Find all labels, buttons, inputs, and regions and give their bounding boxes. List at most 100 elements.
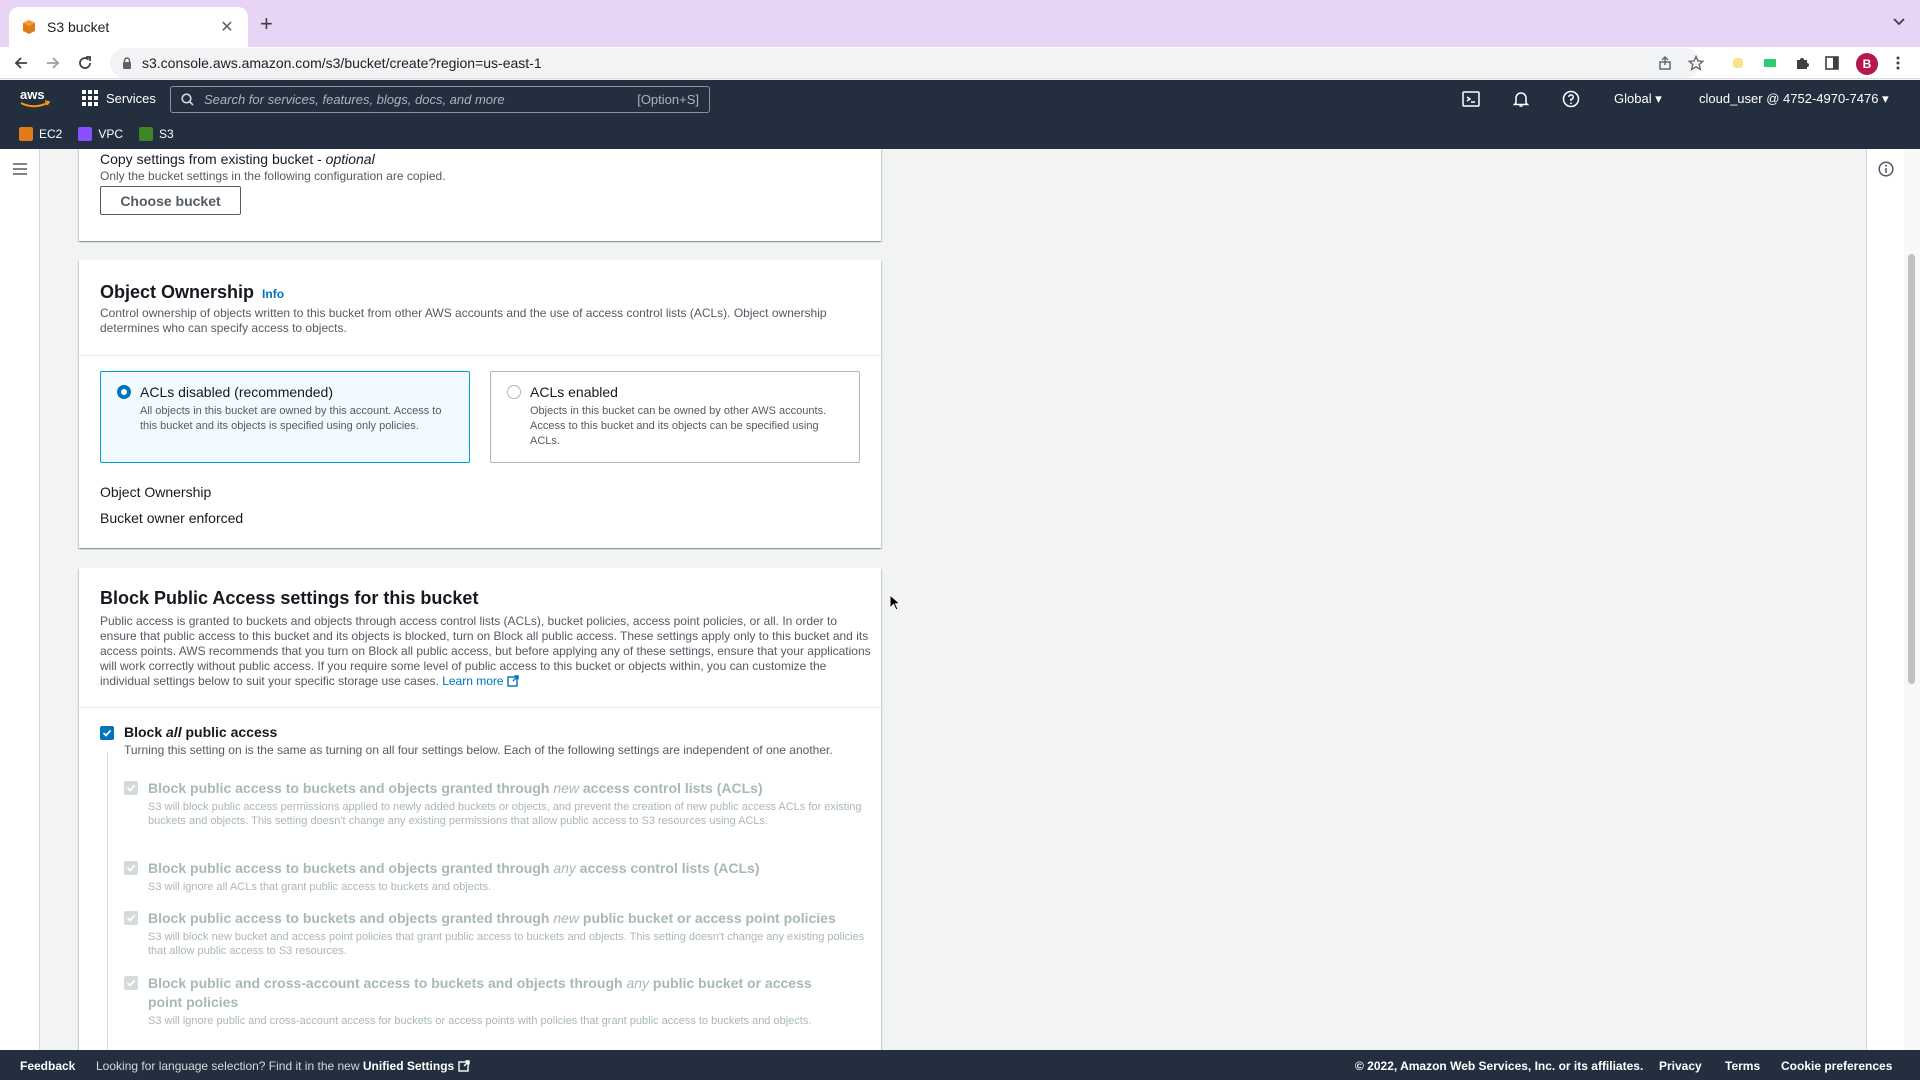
browser-menu-icon[interactable] <box>1888 53 1908 73</box>
block-new-policies-checkbox[interactable] <box>124 911 138 925</box>
checkmark-icon <box>102 729 112 737</box>
address-bar[interactable]: s3.console.aws.amazon.com/s3/bucket/crea… <box>110 48 1700 78</box>
favorite-s3[interactable]: S3 <box>139 126 174 141</box>
block-public-access-panel: Block Public Access settings for this bu… <box>79 568 881 1072</box>
extensions-puzzle-icon[interactable] <box>1792 53 1812 73</box>
option-label: ACLs enabled <box>530 384 618 400</box>
extension-yellow-icon[interactable] <box>1728 53 1748 73</box>
forward-icon[interactable] <box>42 52 64 74</box>
services-menu[interactable]: Services <box>82 90 156 106</box>
checkmark-icon <box>126 979 136 987</box>
learn-more-label: Learn more <box>442 674 504 688</box>
favorite-vpc[interactable]: VPC <box>78 126 124 141</box>
setting-title-post: public bucket or access point policies <box>579 910 836 926</box>
console-footer: Feedback Looking for language selection?… <box>0 1050 1920 1080</box>
setting-block-any-acls: Block public access to buckets and objec… <box>148 859 873 894</box>
account-dropdown-icon: ▾ <box>1882 91 1889 106</box>
back-icon[interactable] <box>10 52 32 74</box>
cookie-preferences-link[interactable]: Cookie preferences <box>1781 1059 1892 1073</box>
external-link-icon <box>507 675 519 687</box>
page-scrollbar[interactable] <box>1904 149 1920 1050</box>
setting-title-em: new <box>553 780 579 796</box>
extension-green-icon[interactable] <box>1760 53 1780 73</box>
checkmark-icon <box>126 864 136 872</box>
block-new-acls-checkbox[interactable] <box>124 781 138 795</box>
setting-title-em: any <box>553 860 576 876</box>
setting-title-post: access control lists (ACLs) <box>579 780 763 796</box>
browser-tab[interactable]: S3 bucket ✕ <box>9 7 248 47</box>
setting-title-pre: Block public access to buckets and objec… <box>148 860 554 876</box>
unified-settings-label: Unified Settings <box>362 1059 455 1073</box>
new-tab-icon[interactable]: + <box>260 12 273 36</box>
object-ownership-heading: Object Ownership <box>100 282 255 302</box>
block-all-public-access-description: Turning this setting on is the same as t… <box>124 743 833 757</box>
help-icon[interactable] <box>1561 89 1581 109</box>
setting-title: Block public and cross-account access to… <box>148 974 828 1012</box>
choose-bucket-button[interactable]: Choose bucket <box>100 186 241 215</box>
favorite-ec2[interactable]: EC2 <box>19 126 62 141</box>
vpc-icon <box>78 126 93 141</box>
tab-search-chevron-icon[interactable] <box>1892 14 1906 28</box>
region-selector[interactable]: Global ▾ <box>1614 91 1662 107</box>
setting-description: S3 will block public access permissions … <box>148 801 862 827</box>
favorites-bar: EC2 VPC S3 <box>0 118 1920 149</box>
info-circle-icon[interactable] <box>1878 161 1894 177</box>
block-any-acls-checkbox[interactable] <box>124 861 138 875</box>
copy-settings-description: Only the bucket settings in the followin… <box>100 169 446 183</box>
cloudshell-icon[interactable] <box>1461 89 1481 109</box>
setting-title-post: access control lists (ACLs) <box>575 860 760 876</box>
terms-link[interactable]: Terms <box>1725 1059 1760 1073</box>
block-cross-account-checkbox[interactable] <box>124 976 138 990</box>
setting-description: S3 will block new bucket and access poin… <box>148 931 865 957</box>
account-menu[interactable]: cloud_user @ 4752-4970-7476 ▾ <box>1699 91 1889 107</box>
block-all-public-access-label: Block all public access <box>124 724 277 740</box>
block-public-access-description: Public access is granted to buckets and … <box>100 614 872 689</box>
hamburger-menu-icon[interactable] <box>13 163 27 175</box>
setting-title-pre: Block public access to buckets and objec… <box>148 780 554 796</box>
acls-disabled-radio[interactable] <box>117 385 131 399</box>
aws-logo-icon[interactable]: aws <box>18 86 52 110</box>
side-navigation-collapsed <box>0 149 40 1050</box>
block-public-access-heading: Block Public Access settings for this bu… <box>100 588 479 608</box>
lock-icon <box>123 57 131 69</box>
side-panel-icon[interactable] <box>1822 53 1842 73</box>
aws-search-input[interactable]: Search for services, features, blogs, do… <box>170 86 710 113</box>
s3-favicon-icon <box>23 20 35 34</box>
acls-enabled-radio[interactable] <box>507 385 521 399</box>
scrollbar-thumb[interactable] <box>1908 254 1915 684</box>
region-label: Global <box>1614 91 1652 106</box>
feedback-link[interactable]: Feedback <box>20 1059 75 1073</box>
learn-more-link[interactable]: Learn more <box>442 674 519 688</box>
unified-settings-link[interactable]: Unified Settings <box>363 1059 470 1073</box>
bookmark-star-icon[interactable] <box>1686 53 1706 73</box>
profile-avatar[interactable]: B <box>1856 53 1878 75</box>
option-description: All objects in this bucket are owned by … <box>140 405 442 432</box>
ownership-field-value: Bucket owner enforced <box>100 510 244 526</box>
privacy-link[interactable]: Privacy <box>1659 1059 1702 1073</box>
language-note-text: Looking for language selection? Find it … <box>96 1059 360 1073</box>
acls-enabled-option[interactable]: ACLs enabled Objects in this bucket can … <box>490 371 860 463</box>
setting-title: Block public access to buckets and objec… <box>148 909 873 928</box>
object-ownership-info-link[interactable]: Info <box>262 287 284 301</box>
share-icon[interactable] <box>1655 53 1675 73</box>
acls-disabled-option[interactable]: ACLs disabled (recommended) All objects … <box>100 371 470 463</box>
block-all-public-access-checkbox[interactable] <box>100 726 114 740</box>
setting-title: Block public access to buckets and objec… <box>148 859 873 878</box>
account-label: cloud_user @ 4752-4970-7476 <box>1699 91 1879 106</box>
block-all-post: public access <box>181 724 278 740</box>
notifications-bell-icon[interactable] <box>1511 89 1531 109</box>
checkmark-icon <box>126 784 136 792</box>
services-label: Services <box>106 90 156 106</box>
setting-description: S3 will ignore all ACLs that grant publi… <box>148 881 492 893</box>
block-all-em: all <box>166 724 182 740</box>
external-link-icon <box>457 1060 470 1072</box>
setting-title: Block public access to buckets and objec… <box>148 779 873 798</box>
tab-close-icon[interactable]: ✕ <box>218 17 236 37</box>
favorite-label: VPC <box>98 126 124 141</box>
s3-icon <box>139 126 154 141</box>
tab-title: S3 bucket <box>47 19 110 35</box>
block-public-access-header: Block Public Access settings for this bu… <box>79 568 881 708</box>
block-all-pre: Block <box>124 724 167 740</box>
reload-icon[interactable] <box>74 52 96 74</box>
search-shortcut: [Option+S] <box>637 92 699 107</box>
